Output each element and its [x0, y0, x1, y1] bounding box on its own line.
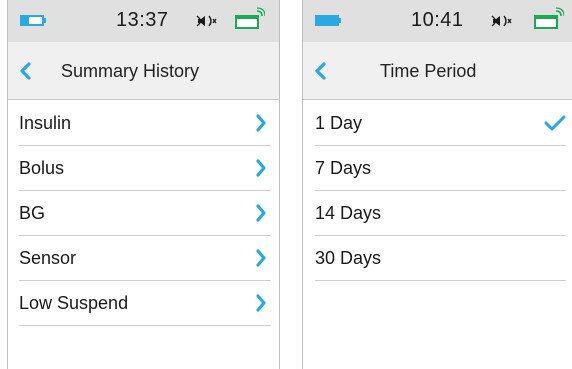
list-item-label: 14 Days	[315, 203, 382, 223]
list-item-label: 30 Days	[315, 248, 382, 268]
list-item-label: Insulin	[19, 113, 72, 133]
status-bar: 13:37	[8, 0, 279, 42]
status-time: 10:41	[411, 9, 464, 31]
list-item-label: 1 Day	[315, 113, 363, 133]
list-item-label: BG	[19, 203, 46, 223]
signal-icon	[235, 7, 265, 29]
list-item-bolus[interactable]: Bolus	[19, 146, 271, 191]
signal-icon	[534, 7, 564, 29]
list-item-insulin[interactable]: Insulin	[19, 101, 271, 146]
list-item-label: Sensor	[19, 248, 77, 268]
checkmark-icon	[544, 115, 566, 131]
chevron-right-icon	[256, 249, 266, 267]
chevron-right-icon	[256, 159, 266, 177]
time-period-list: 1 Day 7 Days 14 Days 30 Days	[315, 101, 566, 281]
list-item-7-days[interactable]: 7 Days	[315, 146, 566, 191]
list-item-1-day[interactable]: 1 Day	[315, 101, 566, 146]
summary-history-list: Insulin Bolus BG Sensor Low Suspend	[19, 101, 271, 326]
screen-header: Summary History	[8, 42, 279, 100]
list-item-bg[interactable]: BG	[19, 191, 271, 236]
list-item-sensor[interactable]: Sensor	[19, 236, 271, 281]
page-title: Time Period	[380, 61, 477, 81]
list-item-label: 7 Days	[315, 158, 372, 178]
summary-history-screen: 13:37 Summary History Insulin Bolus BG S…	[7, 0, 280, 369]
time-period-screen: 10:41 Time Period 1 Day 7 Days 14 Days 3…	[302, 0, 572, 369]
list-item-low-suspend[interactable]: Low Suspend	[19, 281, 271, 326]
status-bar: 10:41	[303, 0, 572, 42]
chevron-right-icon	[256, 294, 266, 312]
list-item-label: Bolus	[19, 158, 65, 178]
list-item-label: Low Suspend	[19, 293, 129, 313]
page-title: Summary History	[61, 61, 200, 81]
mute-icon	[491, 15, 512, 27]
mute-icon	[196, 15, 217, 27]
status-time: 13:37	[116, 9, 169, 31]
chevron-right-icon	[256, 114, 266, 132]
screen-header: Time Period	[303, 42, 572, 100]
list-item-30-days[interactable]: 30 Days	[315, 236, 566, 281]
list-item-14-days[interactable]: 14 Days	[315, 191, 566, 236]
chevron-right-icon	[256, 204, 266, 222]
